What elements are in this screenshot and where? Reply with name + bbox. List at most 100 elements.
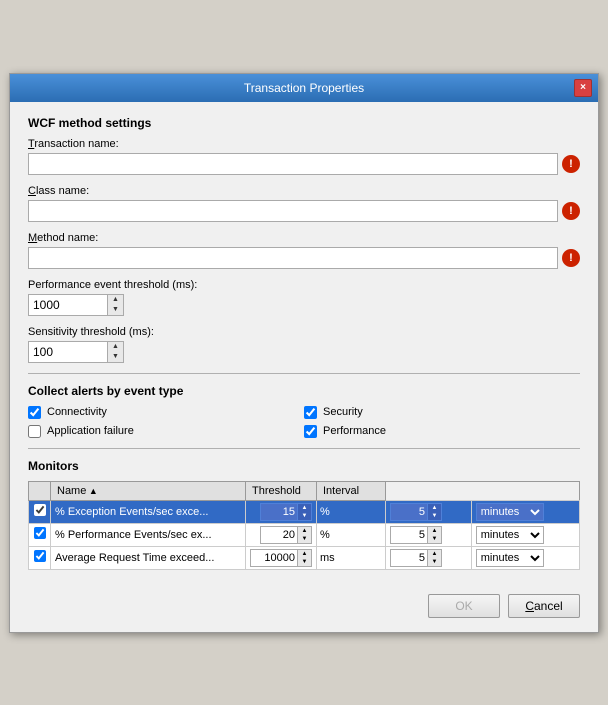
perf-threshold-up-btn[interactable]: ▲ (108, 295, 123, 305)
row2-threshold-up-btn[interactable]: ▲ (298, 527, 311, 535)
method-name-row: ! (28, 247, 580, 269)
perf-threshold-input[interactable] (28, 294, 108, 316)
sensitivity-input[interactable] (28, 341, 108, 363)
th-name: Name (51, 481, 246, 500)
sensitivity-label: Sensitivity threshold (ms): (28, 326, 580, 338)
row2-name: % Performance Events/sec ex... (51, 523, 246, 546)
performance-checkbox[interactable] (304, 425, 317, 438)
table-row: Average Request Time exceed... ▲ ▼ ms (29, 546, 580, 569)
sensitivity-spinner: ▲ ▼ (28, 341, 580, 363)
row2-checkbox[interactable] (34, 527, 46, 539)
cancel-button[interactable]: Cancel (508, 594, 580, 618)
transaction-name-input[interactable] (28, 153, 558, 175)
monitors-section-title: Monitors (28, 459, 580, 473)
row1-interval-up-btn[interactable]: ▲ (428, 504, 441, 512)
row3-threshold-up-btn[interactable]: ▲ (298, 550, 311, 558)
collect-checkboxes-grid: Connectivity Security Application failur… (28, 406, 580, 438)
security-checkbox[interactable] (304, 406, 317, 419)
row1-interval-unit-cell: minutes seconds hours (471, 500, 579, 523)
method-name-input[interactable] (28, 247, 558, 269)
app-failure-label: Application failure (47, 425, 134, 437)
row1-interval-select[interactable]: minutes seconds hours (476, 503, 544, 521)
divider-1 (28, 373, 580, 374)
row1-name: % Exception Events/sec exce... (51, 500, 246, 523)
wcf-section: WCF method settings Transaction name: ! … (28, 116, 580, 363)
perf-threshold-label: Performance event threshold (ms): (28, 279, 580, 291)
transaction-name-error-icon: ! (562, 155, 580, 173)
monitors-table-header-row: Name Threshold Interval (29, 481, 580, 500)
row3-interval-select[interactable]: minutes seconds hours (476, 549, 544, 567)
row1-threshold-cell: ▲ ▼ (246, 500, 317, 523)
method-name-error-icon: ! (562, 249, 580, 267)
row1-threshold-up-btn[interactable]: ▲ (298, 504, 311, 512)
performance-label: Performance (323, 425, 386, 437)
row1-interval-input[interactable] (390, 503, 428, 521)
row2-threshold-input[interactable] (260, 526, 298, 544)
row1-threshold-down-btn[interactable]: ▼ (298, 512, 311, 520)
window-title: Transaction Properties (34, 81, 574, 95)
row2-unit: % (317, 523, 386, 546)
row2-interval-unit-cell: minutes seconds hours (471, 523, 579, 546)
row3-threshold-down-btn[interactable]: ▼ (298, 558, 311, 566)
transaction-name-label: Transaction name: (28, 138, 580, 150)
sensitivity-up-btn[interactable]: ▲ (108, 342, 123, 352)
title-bar: Transaction Properties × (10, 74, 598, 102)
row2-threshold-down-btn[interactable]: ▼ (298, 535, 311, 543)
security-label: Security (323, 406, 363, 418)
class-name-input[interactable] (28, 200, 558, 222)
row1-threshold-input[interactable] (260, 503, 298, 521)
row1-unit: % (317, 500, 386, 523)
perf-threshold-down-btn[interactable]: ▼ (108, 305, 123, 315)
row3-interval-up-btn[interactable]: ▲ (428, 550, 441, 558)
row2-interval-down-btn[interactable]: ▼ (428, 535, 441, 543)
row2-checkbox-cell (29, 523, 51, 546)
monitors-section: Monitors Name Threshold Interval (28, 459, 580, 570)
row1-interval-down-btn[interactable]: ▼ (428, 512, 441, 520)
row3-threshold-cell: ▲ ▼ (246, 546, 317, 569)
sensitivity-spinner-buttons: ▲ ▼ (108, 341, 124, 363)
collect-section-title: Collect alerts by event type (28, 384, 580, 398)
row1-threshold-spinner: ▲ ▼ (260, 503, 312, 521)
method-name-label: Method name: (28, 232, 580, 244)
app-failure-checkbox-item: Application failure (28, 425, 304, 438)
row2-threshold-spinner: ▲ ▼ (260, 526, 312, 544)
row2-interval-spinner: ▲ ▼ (390, 526, 442, 544)
connectivity-label: Connectivity (47, 406, 107, 418)
close-button[interactable]: × (574, 79, 592, 97)
row3-threshold-input[interactable] (250, 549, 298, 567)
row1-checkbox-cell (29, 500, 51, 523)
performance-checkbox-item: Performance (304, 425, 580, 438)
row3-name: Average Request Time exceed... (51, 546, 246, 569)
connectivity-checkbox-item: Connectivity (28, 406, 304, 419)
security-checkbox-item: Security (304, 406, 580, 419)
table-row: % Performance Events/sec ex... ▲ ▼ % (29, 523, 580, 546)
row3-threshold-spinner-btns: ▲ ▼ (298, 549, 312, 567)
row2-threshold-cell: ▲ ▼ (246, 523, 317, 546)
row2-interval-select[interactable]: minutes seconds hours (476, 526, 544, 544)
row3-interval-input[interactable] (390, 549, 428, 567)
row2-interval-input[interactable] (390, 526, 428, 544)
class-name-label: Class name: (28, 185, 580, 197)
row2-interval-cell: ▲ ▼ (385, 523, 471, 546)
row3-threshold-spinner: ▲ ▼ (250, 549, 312, 567)
footer: OK Cancel (10, 584, 598, 632)
app-failure-checkbox[interactable] (28, 425, 41, 438)
row1-interval-spinner-btns: ▲ ▼ (428, 503, 442, 521)
transaction-name-row: ! (28, 153, 580, 175)
row3-checkbox[interactable] (34, 550, 46, 562)
perf-threshold-spinner-buttons: ▲ ▼ (108, 294, 124, 316)
ok-button[interactable]: OK (428, 594, 500, 618)
monitors-table-body: % Exception Events/sec exce... ▲ ▼ % (29, 500, 580, 569)
class-name-error-icon: ! (562, 202, 580, 220)
table-row: % Exception Events/sec exce... ▲ ▼ % (29, 500, 580, 523)
th-interval: Interval (317, 481, 386, 500)
row2-interval-up-btn[interactable]: ▲ (428, 527, 441, 535)
row3-interval-cell: ▲ ▼ (385, 546, 471, 569)
divider-2 (28, 448, 580, 449)
row1-checkbox[interactable] (34, 504, 46, 516)
monitors-table: Name Threshold Interval % Exception Even… (28, 481, 580, 570)
row3-interval-unit-cell: minutes seconds hours (471, 546, 579, 569)
connectivity-checkbox[interactable] (28, 406, 41, 419)
row3-interval-down-btn[interactable]: ▼ (428, 558, 441, 566)
sensitivity-down-btn[interactable]: ▼ (108, 352, 123, 362)
